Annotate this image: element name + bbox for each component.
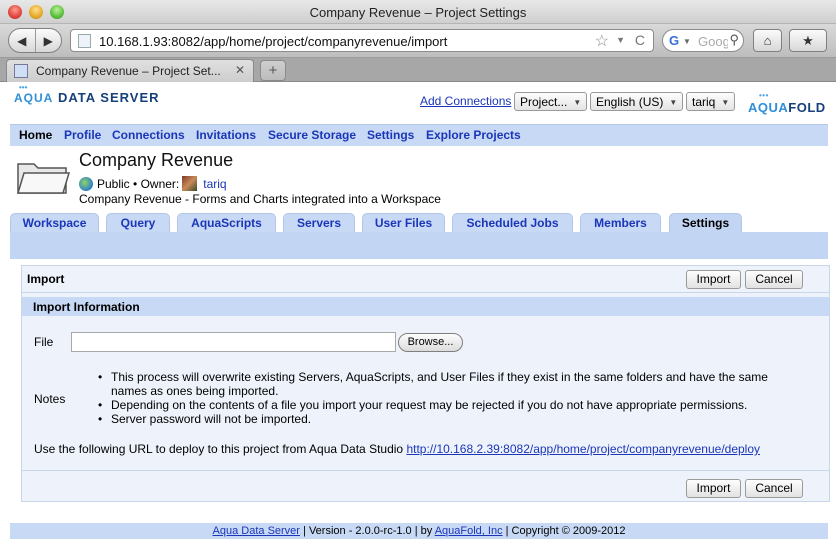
deploy-text: Use the following URL to deploy to this … [34, 442, 761, 456]
browser-tab-title: Company Revenue – Project Set... [36, 64, 221, 78]
project-meta: Public • Owner: tariq [79, 176, 227, 191]
window-titlebar: Company Revenue – Project Settings [0, 0, 836, 24]
user-select[interactable]: tariq ▼ [686, 92, 736, 111]
page-footer: Aqua Data Server | Version - 2.0.0-rc-1.… [10, 523, 828, 539]
logo-dots: ••• [759, 91, 769, 100]
back-icon[interactable]: ◀ [9, 29, 36, 52]
tab-settings[interactable]: Settings [669, 213, 742, 233]
browse-button[interactable]: Browse... [398, 333, 463, 352]
browser-tabstrip: Company Revenue – Project Set... ✕ + [0, 58, 836, 82]
import-button-bottom[interactable]: Import [686, 479, 741, 498]
visibility-label: Public • [97, 177, 138, 191]
nav-invitations[interactable]: Invitations [196, 128, 256, 142]
forward-icon[interactable]: ▶ [36, 29, 62, 52]
import-information-header: Import Information [22, 297, 829, 316]
nav-secure-storage[interactable]: Secure Storage [268, 128, 356, 142]
owner-link[interactable]: tariq [203, 177, 226, 191]
section-title: Import Information [33, 300, 140, 314]
history-dropdown-icon[interactable]: ▼ [616, 35, 625, 45]
divider [22, 470, 829, 471]
aquafold-logo: ••• AQUAFOLD [748, 91, 826, 115]
file-input[interactable] [71, 332, 396, 352]
project-title: Company Revenue [79, 150, 234, 170]
search-input[interactable]: Goog [698, 34, 728, 49]
addons-button[interactable]: ★ [789, 29, 827, 52]
tab-servers[interactable]: Servers [283, 213, 355, 233]
folder-icon [16, 163, 70, 194]
favicon-icon [14, 64, 28, 78]
file-label: File [34, 335, 54, 349]
nav-profile[interactable]: Profile [64, 128, 101, 142]
magnifier-icon[interactable]: ⚲ [729, 32, 739, 48]
tab-aquascripts[interactable]: AquaScripts [177, 213, 276, 233]
project-select[interactable]: Project... ▼ [514, 92, 588, 111]
project-description: Company Revenue - Forms and Charts integ… [79, 192, 441, 206]
nav-explore-projects[interactable]: Explore Projects [426, 128, 521, 142]
engine-dropdown-icon[interactable]: ▼ [683, 37, 691, 46]
owner-label: Owner: [140, 177, 180, 191]
language-select[interactable]: English (US) ▼ [590, 92, 684, 111]
import-panel: Import Import Cancel Import Information … [21, 265, 830, 502]
main-nav: Home Profile Connections Invitations Sec… [10, 124, 828, 146]
tab-scheduled-jobs[interactable]: Scheduled Jobs [452, 213, 573, 233]
tab-members[interactable]: Members [580, 213, 661, 233]
close-tab-icon[interactable]: ✕ [235, 63, 245, 77]
import-panel-header: Import Import Cancel [22, 266, 829, 293]
cancel-button-bottom[interactable]: Cancel [745, 479, 803, 498]
page-content: ••• AQUA DATA SERVER Add Connections Pro… [0, 83, 836, 548]
avatar [182, 176, 198, 191]
browser-tab[interactable]: Company Revenue – Project Set... ✕ [6, 59, 254, 82]
logo-dots: ••• [19, 83, 28, 92]
browser-toolbar: ◀ ▶ 10.168.1.93:8082/app/home/project/co… [0, 24, 836, 58]
nav-connections[interactable]: Connections [112, 128, 185, 142]
google-icon[interactable]: G [669, 33, 679, 48]
search-bar[interactable]: G ▼ Goog ⚲ [662, 29, 744, 52]
aqua-data-server-logo: ••• AQUA DATA SERVER [14, 83, 160, 105]
version-text: | Version - 2.0.0-rc-1.0 | by [303, 525, 433, 537]
nav-home[interactable]: Home [19, 128, 52, 142]
deploy-url-link[interactable]: http://10.168.2.39:8082/app/home/project… [406, 442, 760, 456]
tab-band [10, 232, 828, 259]
chevron-down-icon: ▼ [721, 98, 730, 107]
nav-buttons: ◀ ▶ [8, 28, 62, 53]
reload-icon[interactable]: C [635, 32, 645, 48]
aqua-data-server-link[interactable]: Aqua Data Server [213, 525, 300, 537]
notes-label: Notes [34, 392, 66, 406]
add-connections-link[interactable]: Add Connections [420, 94, 511, 108]
tab-user-files[interactable]: User Files [362, 213, 445, 233]
cancel-button[interactable]: Cancel [745, 270, 803, 289]
import-button[interactable]: Import [686, 270, 741, 289]
window-title: Company Revenue – Project Settings [309, 5, 527, 20]
list-item: Server password will not be imported. [98, 412, 788, 426]
nav-settings[interactable]: Settings [367, 128, 414, 142]
aquafold-link[interactable]: AquaFold, Inc [435, 525, 503, 537]
address-bar[interactable]: 10.168.1.93:8082/app/home/project/compan… [70, 29, 654, 52]
home-button[interactable]: ⌂ [753, 29, 782, 52]
bookmark-star-icon[interactable]: ☆ [595, 31, 609, 51]
new-tab-button[interactable]: + [260, 60, 286, 81]
chevron-down-icon: ▼ [669, 98, 678, 107]
url-text[interactable]: 10.168.1.93:8082/app/home/project/compan… [99, 34, 447, 49]
copyright-text: | Copyright © 2009-2012 [505, 525, 626, 537]
globe-icon [79, 177, 93, 191]
list-item: This process will overwrite existing Ser… [98, 370, 788, 398]
tab-query[interactable]: Query [106, 213, 170, 233]
chevron-down-icon: ▼ [573, 98, 582, 107]
page-icon [78, 34, 91, 48]
addons-icon: ★ [802, 32, 814, 48]
notes-list: This process will overwrite existing Ser… [98, 370, 788, 426]
tab-workspace[interactable]: Workspace [10, 213, 99, 233]
list-item: Depending on the contents of a file you … [98, 398, 788, 412]
import-title: Import [27, 272, 65, 286]
home-icon: ⌂ [763, 33, 772, 48]
